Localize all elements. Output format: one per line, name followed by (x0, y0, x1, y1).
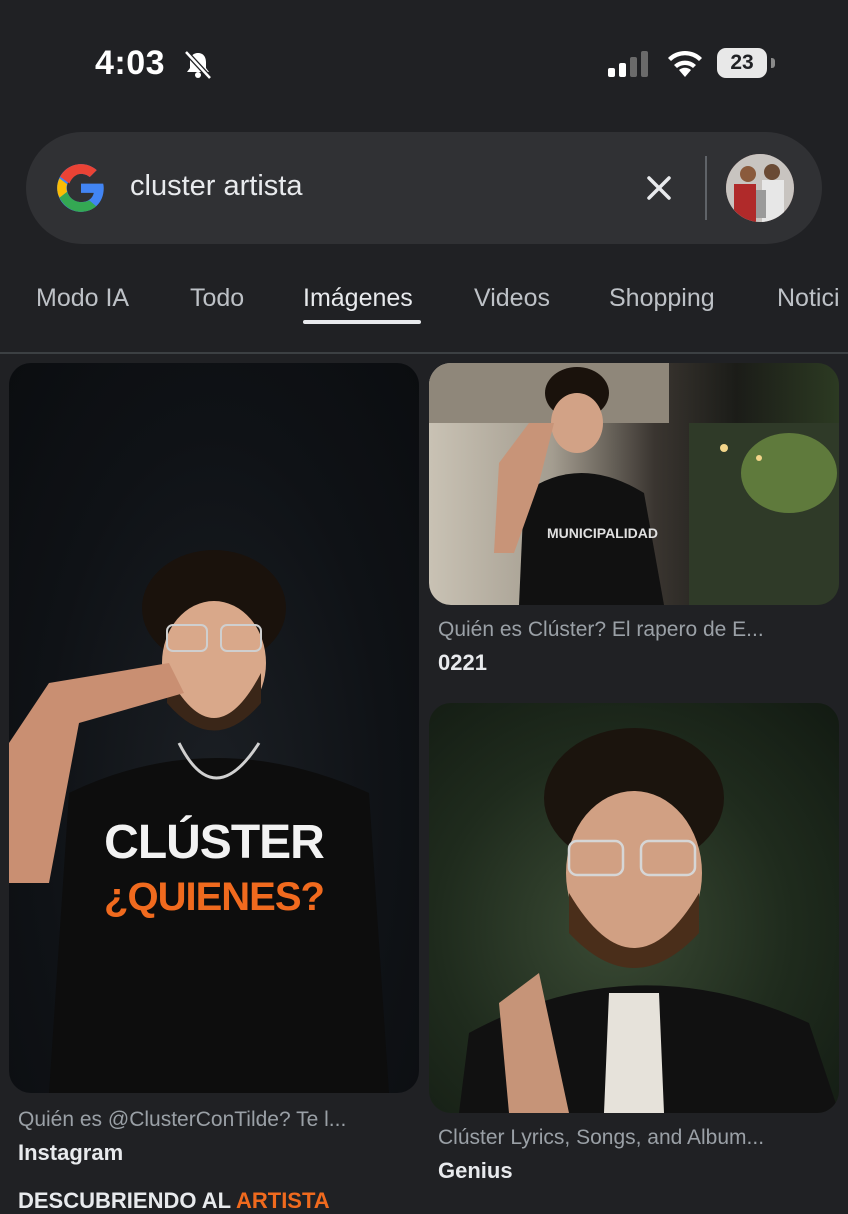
result-caption[interactable]: Clúster Lyrics, Songs, and Album... (438, 1126, 838, 1150)
avatar-photo-icon (726, 154, 794, 222)
overlay-title: CLÚSTER (104, 816, 325, 869)
result-image[interactable]: CLÚSTER ¿QUIENES? (9, 363, 419, 1093)
svg-text:MUNICIPALIDAD: MUNICIPALIDAD (547, 525, 658, 541)
battery-icon: 23 (717, 48, 767, 78)
battery-level: 23 (730, 51, 754, 74)
overlay-subtitle: ¿QUIENES? (104, 875, 325, 919)
tab-shopping[interactable]: Shopping (609, 284, 715, 313)
account-avatar[interactable] (726, 154, 794, 222)
result-image[interactable]: MUNICIPALIDAD (429, 363, 839, 605)
cellular-signal-icon (608, 51, 648, 77)
bell-slash-icon (184, 50, 212, 80)
person-photo (459, 728, 839, 1113)
result-source[interactable]: 0221 (438, 650, 487, 676)
active-tab-indicator (303, 320, 421, 324)
peek-text-orange: ARTISTA (235, 1188, 330, 1213)
person-photo: MUNICIPALIDAD (429, 363, 839, 605)
status-bar: 4:03 23 (0, 0, 848, 120)
peek-text-white: DESCUBRIENDO AL (18, 1188, 231, 1213)
result-source[interactable]: Genius (438, 1158, 513, 1184)
tabs-divider (0, 352, 848, 354)
wifi-icon (668, 50, 702, 77)
tab-modo-ia[interactable]: Modo IA (36, 284, 129, 313)
tab-imagenes[interactable]: Imágenes (303, 284, 413, 313)
close-icon[interactable] (641, 170, 677, 206)
battery-tip (771, 58, 775, 68)
search-divider (705, 156, 707, 220)
result-source[interactable]: Instagram (18, 1140, 123, 1166)
google-logo-icon (57, 164, 104, 212)
result-caption[interactable]: Quién es Clúster? El rapero de E... (438, 618, 838, 642)
person-photo (9, 550, 389, 1093)
tab-noticias[interactable]: Notici (777, 284, 840, 313)
tab-todo[interactable]: Todo (190, 284, 244, 313)
search-tabs: Modo IA Todo Imágenes Videos Shopping No… (0, 268, 848, 354)
result-caption[interactable]: Quién es @ClusterConTilde? Te l... (18, 1108, 408, 1132)
next-result-peek: DESCUBRIENDO AL ARTISTA (18, 1188, 330, 1214)
search-input[interactable]: cluster artista (130, 170, 302, 203)
tab-videos[interactable]: Videos (474, 284, 550, 313)
search-bar[interactable]: cluster artista (26, 132, 822, 244)
result-image[interactable] (429, 703, 839, 1113)
status-time: 4:03 (95, 44, 166, 82)
